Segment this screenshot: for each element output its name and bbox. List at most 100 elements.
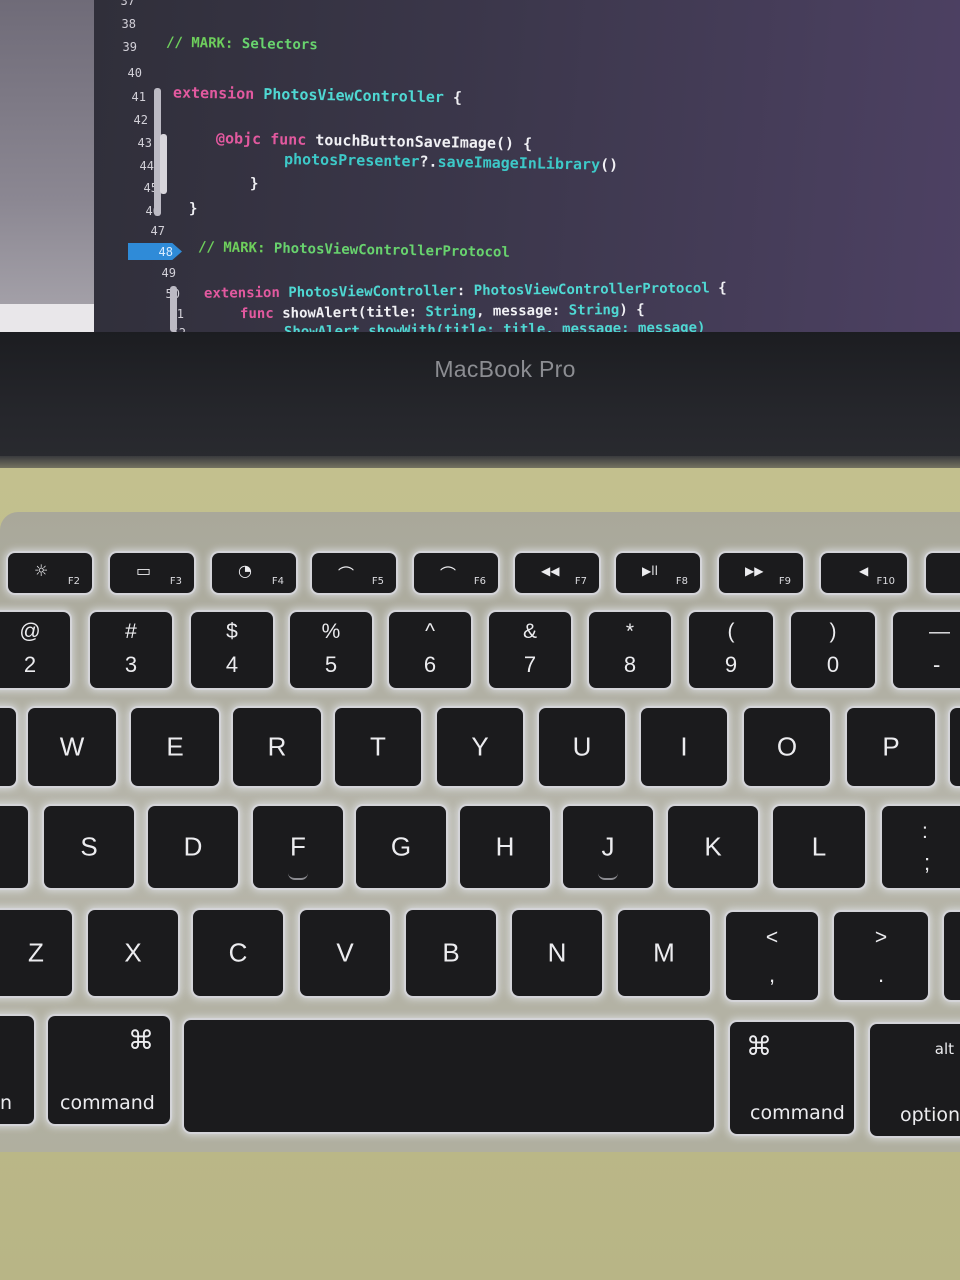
- line-number: 42: [133, 113, 148, 127]
- key-s[interactable]: S: [44, 806, 134, 888]
- key-option-right[interactable]: alt option: [870, 1024, 960, 1136]
- key-f2[interactable]: ☼ F2: [8, 553, 92, 593]
- key-i[interactable]: I: [641, 708, 727, 786]
- key-o[interactable]: O: [744, 708, 830, 786]
- key-digit: -: [933, 652, 941, 677]
- key-l[interactable]: L: [773, 806, 865, 888]
- key-semicolon[interactable]: : ;: [882, 806, 960, 888]
- code-text: touchButtonSaveImage() {: [315, 130, 533, 153]
- key-label: F4: [271, 576, 284, 587]
- key-label: F5: [371, 576, 384, 587]
- key-letter: L: [811, 831, 827, 862]
- code-type: String: [425, 303, 477, 321]
- key-space[interactable]: [184, 1020, 714, 1132]
- code-text: (): [599, 155, 619, 174]
- key-f[interactable]: F: [253, 806, 343, 888]
- key-period[interactable]: > .: [834, 912, 928, 1000]
- key-0[interactable]: ) 0: [791, 612, 875, 688]
- key-9[interactable]: ( 9: [689, 612, 773, 688]
- key-7[interactable]: & 7: [489, 612, 571, 688]
- key-q-partial[interactable]: [0, 708, 16, 786]
- key-f5[interactable]: ⌒ F5: [312, 553, 396, 593]
- key-letter: H: [495, 831, 515, 862]
- code-fold-ribbon[interactable]: [160, 134, 167, 194]
- key-command-right[interactable]: ⌘ command: [730, 1022, 854, 1134]
- command-icon: ⌘: [746, 1032, 772, 1062]
- key-symbol: $: [226, 620, 238, 643]
- line-number: 39: [122, 40, 137, 54]
- key-comma[interactable]: < ,: [726, 912, 818, 1000]
- key-4[interactable]: $ 4: [191, 612, 273, 688]
- key-w[interactable]: W: [28, 708, 116, 786]
- key-letter: K: [704, 831, 722, 862]
- key-symbol: ): [829, 620, 837, 643]
- key-label: F10: [876, 576, 895, 587]
- key-f7[interactable]: ◀◀ F7: [515, 553, 599, 593]
- key-2[interactable]: @ 2: [0, 612, 70, 688]
- code-attribute: @objc: [215, 129, 271, 149]
- key-symbol: :: [922, 820, 928, 843]
- code-identifier: photosPresenter: [283, 150, 420, 171]
- line-number: 43: [137, 136, 152, 150]
- key-symbol: &: [522, 620, 537, 643]
- key-digit: 4: [225, 652, 239, 677]
- code-comment: // MARK:: [165, 34, 242, 52]
- code-fold-ribbon[interactable]: [170, 286, 177, 332]
- key-t[interactable]: T: [335, 708, 421, 786]
- key-n[interactable]: N: [512, 910, 602, 996]
- key-3[interactable]: # 3: [90, 612, 172, 688]
- key-r[interactable]: R: [233, 708, 321, 786]
- code-type: String: [568, 302, 620, 319]
- key-label: F8: [675, 576, 688, 587]
- key-z[interactable]: Z: [0, 910, 72, 996]
- key-letter: T: [370, 731, 386, 762]
- key-letter: V: [336, 937, 354, 968]
- key-f10[interactable]: ◀ F10: [821, 553, 907, 593]
- key-j[interactable]: J: [563, 806, 653, 888]
- key-b[interactable]: B: [406, 910, 496, 996]
- code-text: }: [189, 201, 198, 217]
- screen-bezel: [0, 332, 960, 468]
- key-x[interactable]: X: [88, 910, 178, 996]
- key-m[interactable]: M: [618, 910, 710, 996]
- key-digit: 6: [423, 652, 437, 677]
- key-symbol: (: [727, 620, 735, 643]
- key-6[interactable]: ^ 6: [389, 612, 471, 688]
- key-a-partial[interactable]: [0, 806, 28, 888]
- line-number: 46: [145, 204, 160, 218]
- line-number: 45: [143, 181, 158, 195]
- key-bracket-partial[interactable]: [950, 708, 960, 786]
- home-key-bump: [288, 873, 308, 880]
- key-f4[interactable]: ◔ F4: [212, 553, 296, 593]
- key-8[interactable]: * 8: [589, 612, 671, 688]
- code-keyword: extension: [203, 284, 289, 302]
- key-minus[interactable]: — -: [893, 612, 960, 688]
- key-f6[interactable]: ⌒ F6: [414, 553, 498, 593]
- key-k[interactable]: K: [668, 806, 758, 888]
- key-symbol: #: [125, 620, 137, 643]
- key-c[interactable]: C: [193, 910, 283, 996]
- key-v[interactable]: V: [300, 910, 390, 996]
- key-f8[interactable]: ▶ll F8: [616, 553, 700, 593]
- key-f3[interactable]: ▭ F3: [110, 553, 194, 593]
- key-f9[interactable]: ▶▶ F9: [719, 553, 803, 593]
- code-type: PhotosViewController: [263, 85, 445, 107]
- key-e[interactable]: E: [131, 708, 219, 786]
- key-slash-partial[interactable]: [944, 912, 960, 1000]
- key-command-left[interactable]: ⌘ command: [48, 1016, 170, 1124]
- key-5[interactable]: % 5: [290, 612, 372, 688]
- key-h[interactable]: H: [460, 806, 550, 888]
- key-letter: Y: [471, 731, 489, 762]
- key-g[interactable]: G: [356, 806, 446, 888]
- key-p[interactable]: P: [847, 708, 935, 786]
- key-d[interactable]: D: [148, 806, 238, 888]
- key-option-left-partial[interactable]: n: [0, 1016, 34, 1124]
- key-u[interactable]: U: [539, 708, 625, 786]
- key-label: F2: [67, 576, 80, 587]
- line-number: 48: [158, 245, 173, 259]
- key-letter: C: [228, 937, 248, 968]
- line-number: 37: [120, 0, 135, 8]
- key-y[interactable]: Y: [437, 708, 523, 786]
- bezel-brand-label: MacBook Pro: [434, 356, 576, 382]
- key-f11-partial[interactable]: [926, 553, 960, 593]
